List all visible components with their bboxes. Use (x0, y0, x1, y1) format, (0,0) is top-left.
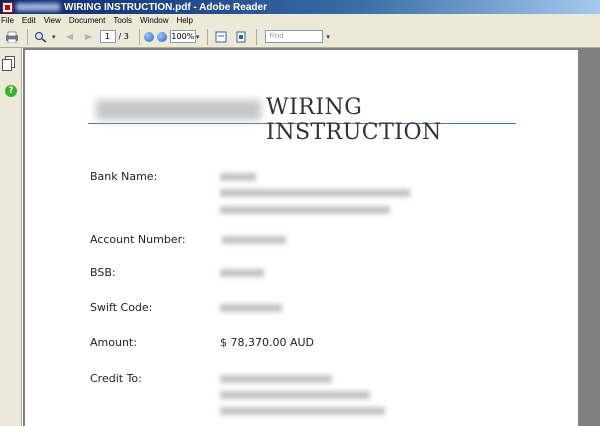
window-title: WIRING INSTRUCTION.pdf - Adobe Reader (64, 1, 267, 13)
help-icon[interactable]: ? (5, 85, 17, 97)
zoom-input[interactable]: 100% (169, 30, 196, 43)
menu-bar: File Edit View Document Tools Window Hel… (0, 14, 600, 26)
pages-icon[interactable] (2, 56, 15, 71)
menu-window[interactable]: Window (140, 16, 168, 25)
redacted-value (222, 236, 286, 244)
bank-name-label: Bank Name: (90, 170, 158, 183)
title-bar: WIRING INSTRUCTION.pdf - Adobe Reader (0, 0, 600, 14)
next-page-button[interactable] (80, 29, 98, 45)
adobe-reader-icon (2, 1, 13, 13)
navigation-pane: ? (0, 48, 22, 426)
redacted-text (16, 3, 60, 11)
page-total: / 3 (118, 32, 129, 41)
arrow-right-icon (84, 33, 92, 40)
toolbar-separator (256, 28, 258, 45)
toolbar: ▾ 1 / 3 100% ▾ Find ▾ (0, 26, 600, 48)
redacted-value (220, 407, 385, 415)
menu-view[interactable]: View (44, 16, 61, 25)
amount-label: Amount: (90, 336, 137, 349)
account-number-label: Account Number: (90, 233, 186, 246)
redacted-value (220, 375, 332, 383)
redacted-value (220, 391, 370, 399)
menu-document[interactable]: Document (69, 16, 105, 25)
fit-page-icon (236, 31, 246, 42)
document-title: WIRING INSTRUCTION (266, 95, 442, 145)
toolbar-separator (27, 28, 28, 45)
arrow-left-icon (65, 33, 73, 40)
menu-file[interactable]: File (1, 16, 14, 25)
zoom-out-button[interactable] (143, 31, 154, 42)
find-input[interactable]: Find (265, 30, 324, 43)
previous-page-button[interactable] (60, 29, 78, 45)
pdf-page: WIRING INSTRUCTION Bank Name: Account Nu… (25, 50, 578, 426)
credit-to-label: Credit To: (90, 372, 142, 385)
bsb-label: BSB: (90, 266, 116, 279)
fit-page-button[interactable] (232, 29, 250, 45)
search-button[interactable] (32, 29, 50, 45)
fit-width-button[interactable] (212, 29, 230, 45)
print-button[interactable] (3, 29, 21, 45)
printer-icon (6, 31, 18, 43)
amount-value: $ 78,370.00 AUD (220, 336, 315, 349)
zoom-dropdown-icon[interactable]: ▾ (196, 33, 200, 41)
document-heading: WIRING INSTRUCTION (88, 94, 516, 145)
redacted-company-name (96, 100, 261, 120)
redacted-value (220, 269, 264, 277)
zoom-in-button[interactable] (156, 31, 167, 42)
toolbar-separator (138, 28, 140, 45)
search-icon (35, 31, 47, 43)
redacted-value (220, 304, 282, 312)
toolbar-separator (207, 28, 209, 45)
redacted-value (220, 173, 256, 181)
document-viewport[interactable]: WIRING INSTRUCTION Bank Name: Account Nu… (23, 48, 600, 426)
find-dropdown-icon[interactable]: ▾ (326, 33, 330, 41)
fit-width-icon (215, 31, 227, 42)
menu-help[interactable]: Help (177, 16, 193, 25)
redacted-value (220, 206, 390, 214)
menu-tools[interactable]: Tools (113, 16, 132, 25)
menu-edit[interactable]: Edit (22, 16, 36, 25)
page-number-input[interactable]: 1 (99, 30, 116, 43)
redacted-value (220, 189, 410, 197)
search-dropdown-icon[interactable]: ▾ (52, 33, 56, 41)
swift-code-label: Swift Code: (90, 301, 153, 314)
